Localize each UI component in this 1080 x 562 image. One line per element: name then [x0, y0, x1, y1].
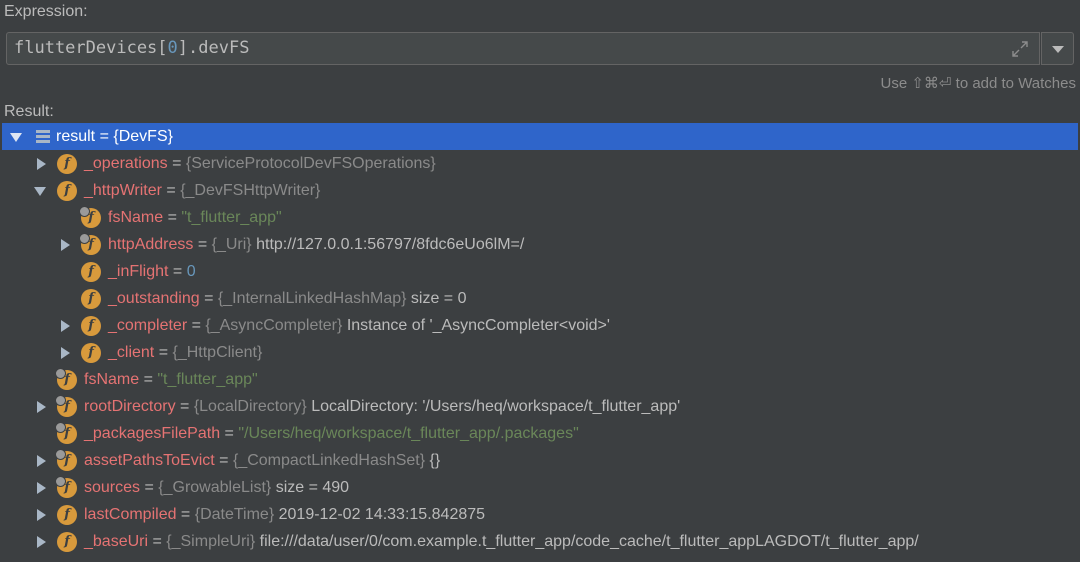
- field-icon: f: [81, 262, 101, 282]
- field-icon: f: [81, 289, 101, 309]
- variable-value: "t_flutter_app": [157, 371, 258, 388]
- variable-value: LocalDirectory: '/Users/heq/workspace/t_…: [311, 398, 681, 415]
- variable-type: {_InternalLinkedHashMap}: [217, 290, 407, 307]
- collapsed-arrow-icon[interactable]: [34, 474, 48, 501]
- field-icon: f: [81, 316, 101, 336]
- variable-type: {_CompactLinkedHashSet}: [232, 452, 426, 469]
- expanded-arrow-icon[interactable]: [34, 177, 48, 204]
- variable-name: _operations: [84, 155, 168, 172]
- variable-name: _client: [108, 344, 155, 361]
- tree-row[interactable]: f lastCompiled = {DateTime} 2019-12-02 14…: [0, 501, 1080, 528]
- final-field-icon: f: [55, 368, 77, 390]
- expression-text[interactable]: flutterDevices[0].devFS: [14, 38, 249, 58]
- chevron-down-icon: [1052, 46, 1064, 53]
- tree-row[interactable]: f _outstanding = {_InternalLinkedHashMap}…: [0, 285, 1080, 312]
- variable-type: {_GrowableList}: [158, 479, 272, 496]
- variable-name: assetPathsToEvict: [84, 452, 215, 469]
- field-icon: f: [57, 181, 77, 201]
- collapsed-arrow-icon[interactable]: [58, 231, 72, 258]
- variable-type: {_AsyncCompleter}: [205, 317, 343, 334]
- collapsed-arrow-icon[interactable]: [58, 312, 72, 339]
- variable-name: _completer: [108, 317, 188, 334]
- tree-row[interactable]: f _operations = {ServiceProtocolDevFSOper…: [0, 150, 1080, 177]
- variable-value: {}: [429, 452, 441, 469]
- final-field-icon: f: [55, 449, 77, 471]
- tree-row[interactable]: f _inFlight = 0: [0, 258, 1080, 285]
- history-dropdown-button[interactable]: [1041, 32, 1074, 65]
- variable-value: size = 0: [410, 290, 467, 307]
- result-label: Result:: [4, 103, 54, 120]
- final-field-icon: f: [79, 206, 101, 228]
- collapsed-arrow-icon[interactable]: [34, 501, 48, 528]
- variable-type: {_Uri}: [211, 236, 252, 253]
- collapsed-arrow-icon[interactable]: [34, 447, 48, 474]
- variable-value: "t_flutter_app": [181, 209, 282, 226]
- variable-value: size = 490: [275, 479, 350, 496]
- final-field-icon: f: [79, 233, 101, 255]
- collapsed-arrow-icon[interactable]: [34, 393, 48, 420]
- tree-row[interactable]: f _client = {_HttpClient}: [0, 339, 1080, 366]
- final-field-icon: f: [55, 395, 77, 417]
- tree-row[interactable]: f _baseUri = {_SimpleUri} file:///data/us…: [0, 528, 1080, 555]
- variable-name: _inFlight: [108, 263, 169, 280]
- variable-name: _baseUri: [84, 533, 149, 550]
- variable-value: 0: [186, 263, 196, 280]
- tree-row[interactable]: f _completer = {_AsyncCompleter} Instance…: [0, 312, 1080, 339]
- tree-row[interactable]: f fsName = "t_flutter_app": [0, 204, 1080, 231]
- collapsed-arrow-icon[interactable]: [58, 339, 72, 366]
- tree-row[interactable]: f assetPathsToEvict = {_CompactLinkedHash…: [0, 447, 1080, 474]
- variable-value: "/Users/heq/workspace/t_flutter_app/.pac…: [238, 425, 579, 442]
- variable-type: {DateTime}: [194, 506, 275, 523]
- watches-hint: Use ⇧⌘⏎ to add to Watches: [880, 75, 1077, 92]
- variable-name: _httpWriter: [84, 182, 162, 199]
- tree-row[interactable]: f _httpWriter = {_DevFSHttpWriter}: [0, 177, 1080, 204]
- variable-name: fsName: [84, 371, 140, 388]
- variable-name: sources: [84, 479, 141, 496]
- variable-name: fsName: [108, 209, 164, 226]
- variable-name: _outstanding: [108, 290, 200, 307]
- final-field-icon: f: [55, 422, 77, 444]
- variable-type: {_HttpClient}: [172, 344, 263, 361]
- variable-type: {ServiceProtocolDevFSOperations}: [185, 155, 436, 172]
- field-icon: f: [81, 343, 101, 363]
- final-field-icon: f: [55, 476, 77, 498]
- field-icon: f: [57, 154, 77, 174]
- expression-input[interactable]: flutterDevices[0].devFS: [6, 32, 1040, 65]
- expand-arrows-icon[interactable]: [1011, 40, 1029, 58]
- variable-name: _packagesFilePath: [84, 425, 221, 442]
- collapsed-arrow-icon[interactable]: [34, 528, 48, 555]
- variable-name: lastCompiled: [84, 506, 177, 523]
- variable-type: {_SimpleUri}: [166, 533, 256, 550]
- variable-name: httpAddress: [108, 236, 194, 253]
- tree-row[interactable]: f httpAddress = {_Uri} http://127.0.0.1:5…: [0, 231, 1080, 258]
- collapsed-arrow-icon[interactable]: [34, 150, 48, 177]
- variable-value: = {DevFS}: [99, 128, 173, 145]
- variable-value: Instance of '_AsyncCompleter<void>': [346, 317, 610, 334]
- variable-value: 2019-12-02 14:33:15.842875: [278, 506, 486, 523]
- tree-row[interactable]: f fsName = "t_flutter_app": [0, 366, 1080, 393]
- tree-row[interactable]: result = {DevFS}: [2, 123, 1078, 150]
- result-tree[interactable]: result = {DevFS} f _operations = {ServiceP…: [0, 123, 1080, 555]
- field-icon: f: [57, 505, 77, 525]
- variable-value: file:///data/user/0/com.example.t_flutte…: [259, 533, 919, 550]
- tree-row[interactable]: f rootDirectory = {LocalDirectory} LocalD…: [0, 393, 1080, 420]
- variable-name: rootDirectory: [84, 398, 176, 415]
- variable-type: {LocalDirectory}: [193, 398, 307, 415]
- field-icon: f: [57, 532, 77, 552]
- list-icon: [36, 130, 50, 143]
- expression-label: Expression:: [4, 3, 88, 20]
- tree-row[interactable]: f _packagesFilePath = "/Users/heq/workspa…: [0, 420, 1080, 447]
- variable-type: {_DevFSHttpWriter}: [180, 182, 321, 199]
- expanded-arrow-icon[interactable]: [10, 123, 24, 150]
- variable-name: result: [56, 128, 96, 145]
- tree-row[interactable]: f sources = {_GrowableList} size = 490: [0, 474, 1080, 501]
- variable-value: http://127.0.0.1:56797/8fdc6eUo6lM=/: [256, 236, 525, 253]
